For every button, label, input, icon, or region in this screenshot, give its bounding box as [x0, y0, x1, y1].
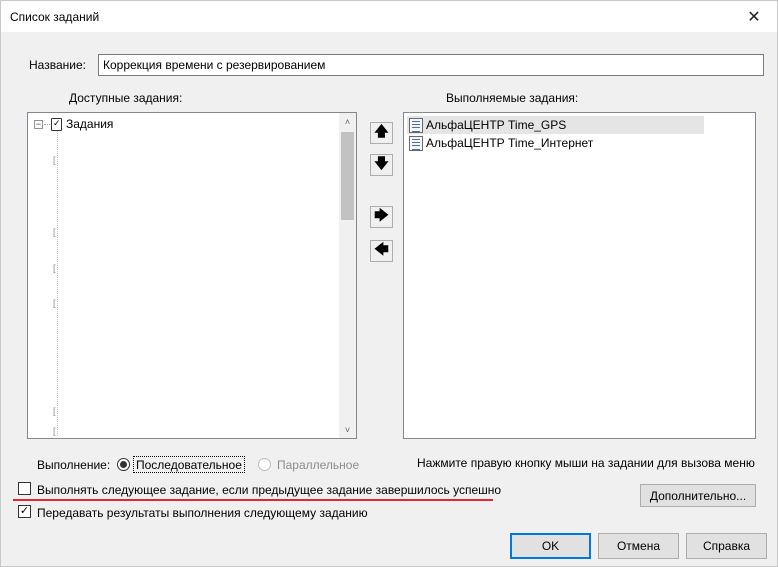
clipboard-check-icon — [51, 117, 62, 131]
tree-child-node[interactable]: [ — [53, 228, 61, 237]
cancel-button[interactable]: Отмена — [598, 533, 679, 559]
tree-child-node[interactable]: [ — [53, 407, 61, 416]
pass-results-checkbox[interactable]: ✓ — [18, 505, 31, 518]
advanced-button[interactable]: Дополнительно... — [640, 484, 756, 507]
available-scrollbar[interactable]: ˄ ˅ — [339, 113, 356, 438]
window-title: Список заданий — [10, 10, 100, 24]
list-item-label: АльфаЦЕНТР Time_GPS — [426, 118, 567, 132]
name-input[interactable] — [98, 54, 764, 76]
help-button[interactable]: Справка — [686, 533, 767, 559]
move-down-button[interactable]: 🡇 — [370, 154, 393, 176]
radio-parallel-label[interactable]: Параллельное — [277, 458, 359, 472]
name-label: Название: — [29, 58, 86, 72]
scroll-thumb[interactable] — [341, 132, 354, 220]
scroll-down-icon[interactable]: ˅ — [339, 421, 356, 438]
arrow-up-icon: 🡅 — [374, 123, 389, 139]
radio-parallel[interactable] — [258, 458, 271, 471]
close-icon: ✕ — [747, 8, 761, 26]
available-tasks-header: Доступные задания: — [69, 91, 183, 105]
tree-child-node[interactable]: [ — [53, 264, 61, 273]
title-bar: Список заданий ✕ — [1, 1, 777, 32]
database-task-icon — [409, 135, 423, 151]
context-menu-hint: Нажмите правую кнопку мыши на задании дл… — [417, 456, 755, 470]
arrow-left-icon: 🡄 — [374, 241, 389, 257]
tree-root-label: Задания — [66, 117, 114, 131]
tree-child-node[interactable]: [ — [53, 427, 61, 436]
available-tasks-tree[interactable]: − Задания [ [ [ [ [ [ ˄ ˅ — [27, 112, 357, 439]
close-button[interactable]: ✕ — [731, 1, 777, 32]
collapse-icon[interactable]: − — [34, 119, 43, 129]
radio-sequential[interactable] — [117, 458, 130, 471]
annotation-underline — [13, 499, 493, 501]
task-list-dialog: Список заданий ✕ Название: Доступные зад… — [0, 0, 778, 567]
execution-label: Выполнение: — [37, 458, 111, 472]
ok-button[interactable]: OK — [510, 533, 591, 559]
tree-child-node[interactable]: [ — [53, 299, 61, 308]
database-task-icon — [409, 117, 423, 133]
pass-results-label[interactable]: Передавать результаты выполнения следующ… — [37, 506, 368, 520]
radio-sequential-label[interactable]: Последовательное — [136, 458, 242, 472]
run-next-checkbox[interactable] — [18, 482, 31, 495]
list-item-label: АльфаЦЕНТР Time_Интернет — [426, 136, 594, 150]
tree-guide-line — [57, 131, 58, 436]
tree-child-node[interactable]: [ — [53, 156, 61, 165]
arrow-right-icon: 🡆 — [374, 207, 389, 223]
tree-connector — [44, 123, 50, 125]
run-next-label[interactable]: Выполнять следующее задание, если предыд… — [37, 483, 501, 497]
add-task-button[interactable]: 🡆 — [370, 206, 393, 228]
executed-tasks-header: Выполняемые задания: — [446, 91, 579, 105]
list-item[interactable]: АльфаЦЕНТР Time_Интернет — [407, 134, 595, 152]
scroll-up-icon[interactable]: ˄ — [339, 113, 356, 130]
executed-tasks-list[interactable]: АльфаЦЕНТР Time_GPS АльфаЦЕНТР Time_Инте… — [403, 112, 756, 439]
arrow-down-icon: 🡇 — [374, 155, 389, 171]
move-up-button[interactable]: 🡅 — [370, 122, 393, 144]
tree-root-tasks[interactable]: − Задания — [34, 117, 113, 131]
list-item[interactable]: АльфаЦЕНТР Time_GPS — [407, 116, 704, 134]
remove-task-button[interactable]: 🡄 — [370, 240, 393, 262]
